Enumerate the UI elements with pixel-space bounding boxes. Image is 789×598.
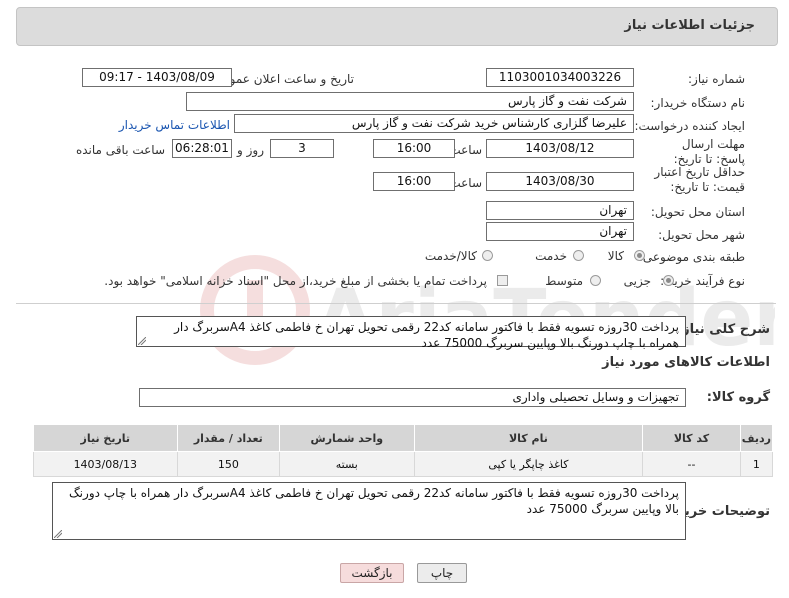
announce-date-field: 1403/08/09 - 09:17 xyxy=(82,68,232,87)
resize-handle-icon[interactable] xyxy=(54,530,62,538)
divider xyxy=(16,303,776,304)
process-option-medium: متوسط xyxy=(545,274,583,288)
goods-section-title: اطلاعات کالاهای مورد نیاز xyxy=(602,355,770,370)
page-title: جزئیات اطلاعات نیاز xyxy=(624,18,755,33)
deadline-time-field: 16:00 xyxy=(373,139,455,158)
goods-group-field: تجهیزات و وسایل تحصیلی واداری xyxy=(139,388,686,407)
validity-date-field: 1403/08/30 xyxy=(486,172,634,191)
column-header-item-name: نام کالا xyxy=(413,424,644,452)
back-button[interactable]: بازگشت xyxy=(340,563,404,583)
deadline-label: مهلت ارسال پاسخ: تا تاریخ: xyxy=(673,137,745,166)
column-header-need-date: تاریخ نیاز xyxy=(33,424,178,452)
remaining-time-field: 06:28:01 xyxy=(172,139,232,158)
validity-label: حداقل تاریخ اعتبار قیمت: تا تاریخ: xyxy=(654,165,745,194)
creator-field: علیرضا گلزاری کارشناس خرید شرکت نفت و گا… xyxy=(234,114,634,133)
table-header-row: ردیف کد کالا نام کالا واحد شمارش تعداد /… xyxy=(33,424,774,452)
category-label: طبقه بندی موضوعی: xyxy=(638,250,745,264)
province-label: استان محل تحویل: xyxy=(650,205,745,219)
treasury-note: پرداخت تمام یا بخشی از مبلغ خرید،از محل … xyxy=(104,274,487,288)
process-radio-minor[interactable] xyxy=(663,275,674,286)
need-description-label: شرح کلی نیاز: xyxy=(676,322,770,337)
buyer-org-label: نام دستگاه خریدار: xyxy=(650,96,746,110)
category-option-goods: کالا xyxy=(607,249,624,263)
need-description-field: پرداخت 30روزه تسویه فقط با فاکتور سامانه… xyxy=(136,316,686,350)
category-option-service: خدمت xyxy=(535,249,567,263)
category-radio-goods[interactable] xyxy=(634,250,645,261)
goods-group-label: گروه کالا: xyxy=(706,390,770,405)
need-number-field: 1103001034003226 xyxy=(486,68,634,87)
category-option-goods-service: کالا/خدمت xyxy=(424,249,477,263)
need-number-label: شماره نیاز: xyxy=(688,72,745,86)
resize-handle-icon[interactable] xyxy=(138,337,146,345)
cell-item-code: -- xyxy=(642,451,741,477)
cell-need-date: 1403/08/13 xyxy=(33,451,178,477)
province-field: تهران xyxy=(486,201,634,220)
page-header-panel: جزئیات اطلاعات نیاز xyxy=(16,7,778,46)
category-radio-goods-service[interactable] xyxy=(482,250,493,261)
creator-label: ایجاد کننده درخواست: xyxy=(634,119,745,133)
cell-unit: بسته xyxy=(279,451,415,477)
cell-quantity: 150 xyxy=(176,451,281,477)
process-radio-medium[interactable] xyxy=(590,275,601,286)
process-option-minor: جزیی xyxy=(623,274,651,288)
buyer-notes-field: پرداخت 30روزه تسویه فقط با فاکتور سامانه… xyxy=(52,482,686,540)
column-header-row-number: ردیف xyxy=(739,424,774,452)
treasury-checkbox[interactable] xyxy=(497,275,508,286)
city-field: تهران xyxy=(486,222,634,241)
city-label: شهر محل تحویل: xyxy=(658,228,745,242)
remaining-time-label: ساعت باقی مانده xyxy=(75,143,165,157)
buyer-org-field: شرکت نفت و گاز پارس xyxy=(186,92,634,111)
column-header-unit: واحد شمارش xyxy=(279,424,415,452)
table-row: 1 -- کاغذ چاپگر یا کپی بسته 150 1403/08/… xyxy=(33,451,774,477)
column-header-quantity: تعداد / مقدار xyxy=(176,424,281,452)
days-label: روز و xyxy=(237,143,264,157)
buyer-contact-link[interactable]: اطلاعات تماس خریدار xyxy=(119,118,230,132)
column-header-item-code: کد کالا xyxy=(642,424,741,452)
category-radio-service[interactable] xyxy=(573,250,584,261)
deadline-date-field: 1403/08/12 xyxy=(486,139,634,158)
cell-row-number: 1 xyxy=(739,451,774,477)
validity-time-field: 16:00 xyxy=(373,172,455,191)
print-button[interactable]: چاپ xyxy=(417,563,467,583)
cell-item-name: کاغذ چاپگر یا کپی xyxy=(413,451,644,477)
days-field: 3 xyxy=(270,139,334,158)
goods-table: ردیف کد کالا نام کالا واحد شمارش تعداد /… xyxy=(33,424,774,477)
